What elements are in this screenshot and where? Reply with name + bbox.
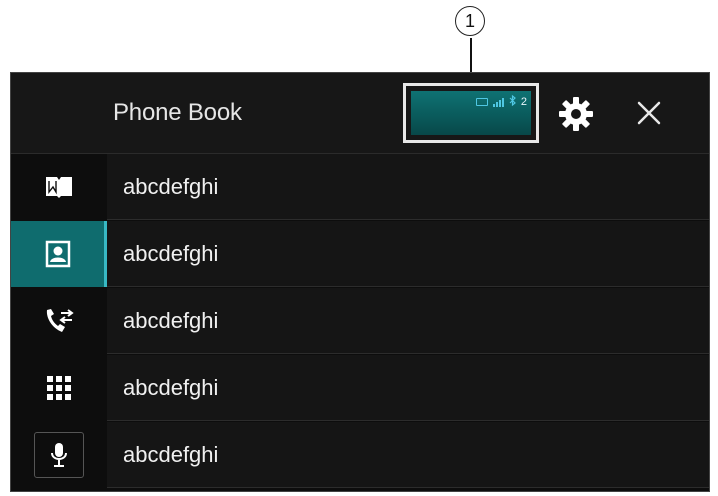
- close-icon[interactable]: [631, 95, 667, 131]
- contact-name: abcdefghi: [123, 308, 219, 333]
- phone-book-screen: Phone Book 2 abcdefghi abcdefghi abcdefg…: [10, 72, 710, 492]
- status-indicator-panel: 2: [411, 91, 531, 135]
- page-title: Phone Book: [113, 99, 242, 126]
- battery-icon: [475, 98, 488, 106]
- callout-marker: 1: [455, 6, 489, 40]
- contact-name: abcdefghi: [123, 375, 219, 400]
- voice-microphone-icon: [34, 432, 84, 478]
- contact-name: abcdefghi: [123, 174, 219, 199]
- signal-strength-icon: [492, 97, 504, 107]
- list-item[interactable]: abcdefghi: [107, 154, 709, 220]
- sidebar-item-call-history[interactable]: [11, 288, 107, 354]
- list-item[interactable]: abcdefghi: [107, 221, 709, 287]
- contact-card-icon: [45, 240, 71, 268]
- bluetooth-device-count: 2: [520, 96, 527, 108]
- sidebar-item-voice[interactable]: [11, 422, 107, 488]
- contact-name: abcdefghi: [123, 241, 219, 266]
- phonebook-book-icon: [44, 174, 74, 200]
- settings-gear-icon[interactable]: [556, 94, 596, 134]
- call-history-icon: [43, 306, 75, 336]
- bluetooth-icon: [509, 94, 516, 109]
- list-item[interactable]: abcdefghi: [107, 355, 709, 421]
- sidebar-item-keypad[interactable]: [11, 355, 107, 421]
- dial-keypad-icon: [46, 375, 72, 401]
- list-item[interactable]: abcdefghi: [107, 288, 709, 354]
- list-item[interactable]: abcdefghi: [107, 422, 709, 488]
- sidebar: [11, 154, 107, 491]
- status-area-highlight: 2: [403, 83, 539, 143]
- sidebar-item-phone-book[interactable]: [11, 154, 107, 220]
- status-icons: 2: [475, 94, 527, 109]
- header-bar: Phone Book 2: [11, 73, 709, 154]
- contact-name: abcdefghi: [123, 442, 219, 467]
- sidebar-item-contacts[interactable]: [11, 221, 107, 287]
- contact-list: abcdefghi abcdefghi abcdefghi abcdefghi …: [107, 154, 709, 491]
- callout-number: 1: [455, 6, 485, 36]
